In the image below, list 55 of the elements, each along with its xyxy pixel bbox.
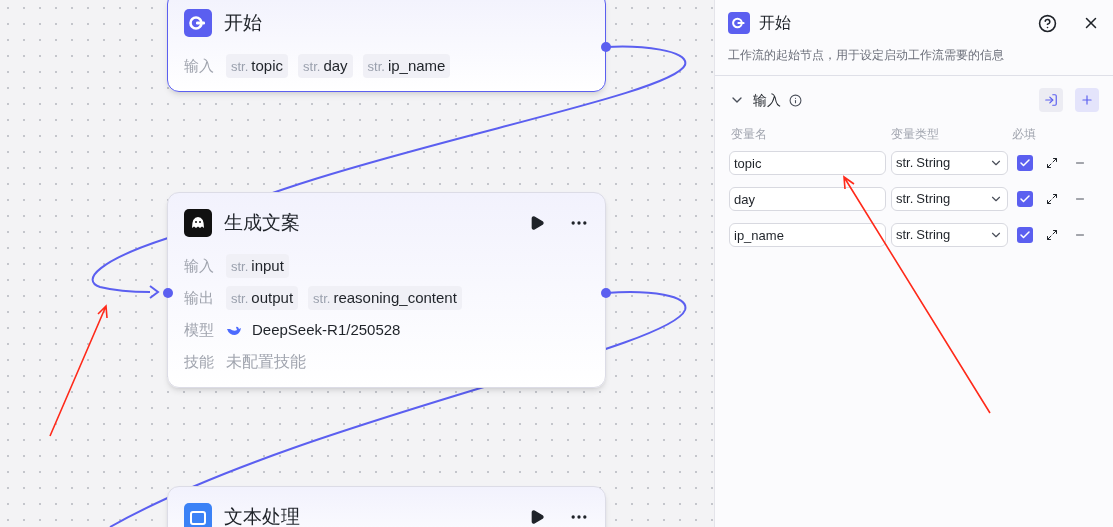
check-icon [1019, 229, 1031, 241]
workflow-canvas[interactable]: 开始 输入 str. topic str. day str. ip_name 生成文案 输入 str. input 输出 str. output str. reasoning_content 模型 DeepSeek-R1/250528 技能 未配置技能 文本处理 [0, 0, 714, 527]
plus-icon [1080, 93, 1094, 107]
text-node-icon [184, 503, 212, 527]
workflow-node[interactable]: 生成文案 输入 str. input 输出 str. output str. reasoning_content 模型 DeepSeek-R1/250528 技能 未配置技能 [167, 192, 606, 388]
node-title: 生成文案 [224, 210, 301, 235]
ghost-icon [184, 209, 212, 237]
model-name: DeepSeek-R1/250528 [252, 319, 401, 340]
variable-tag: str. ip_name [362, 53, 451, 79]
row-label: 输入 [184, 255, 215, 276]
variable-tag: str. input [226, 253, 289, 279]
connection-port[interactable] [163, 288, 173, 298]
column-header: 变量名 [730, 126, 768, 143]
variable-name-field[interactable]: day [729, 187, 886, 211]
variable-tag: str. day [298, 53, 353, 79]
workflow-node[interactable]: 文本处理 [167, 486, 606, 527]
panel-title: 开始 [759, 13, 792, 33]
run-icon[interactable] [529, 509, 545, 525]
section-title: 输入 [753, 90, 781, 110]
expand-icon[interactable] [1046, 229, 1058, 241]
row-label: 输入 [184, 55, 215, 76]
help-icon[interactable] [1038, 13, 1057, 33]
check-icon [1019, 193, 1031, 205]
check-icon [1019, 157, 1031, 169]
node-title: 文本处理 [224, 504, 301, 527]
node-title: 开始 [224, 10, 263, 35]
expand-icon[interactable] [1046, 157, 1058, 169]
variable-tag: str. output [226, 285, 299, 311]
column-header: 变量类型 [891, 126, 940, 143]
connection-port[interactable] [601, 288, 611, 298]
variable-type-select[interactable]: str. String [891, 223, 1008, 247]
start-node-icon [728, 12, 750, 34]
row-label: 技能 [184, 351, 215, 372]
variable-type-select[interactable]: str. String [891, 187, 1008, 211]
row-label: 模型 [184, 319, 215, 340]
variable-name-field[interactable]: topic [729, 151, 886, 175]
expand-icon[interactable] [1046, 193, 1058, 205]
start-node-icon [184, 9, 212, 37]
info-icon [789, 93, 802, 107]
row-label: 输出 [184, 287, 215, 308]
workflow-node[interactable]: 开始 输入 str. topic str. day str. ip_name [167, 0, 606, 92]
required-checkbox[interactable] [1017, 227, 1033, 243]
variable-tag: str. topic [226, 53, 289, 79]
variable-name-field[interactable]: ip_name [729, 223, 886, 247]
import-button[interactable] [1039, 88, 1063, 112]
panel-description: 工作流的起始节点，用于设定启动工作流需要的信息 [728, 48, 1004, 62]
run-icon[interactable] [529, 215, 545, 231]
import-icon [1044, 93, 1058, 107]
connection-port[interactable] [601, 42, 611, 52]
variable-tag: str. reasoning_content [308, 285, 462, 311]
required-checkbox[interactable] [1017, 155, 1033, 171]
column-header: 必填 [1012, 126, 1036, 143]
skill-placeholder: 未配置技能 [226, 352, 306, 372]
required-checkbox[interactable] [1017, 191, 1033, 207]
variable-type-select[interactable]: str. String [891, 151, 1008, 175]
